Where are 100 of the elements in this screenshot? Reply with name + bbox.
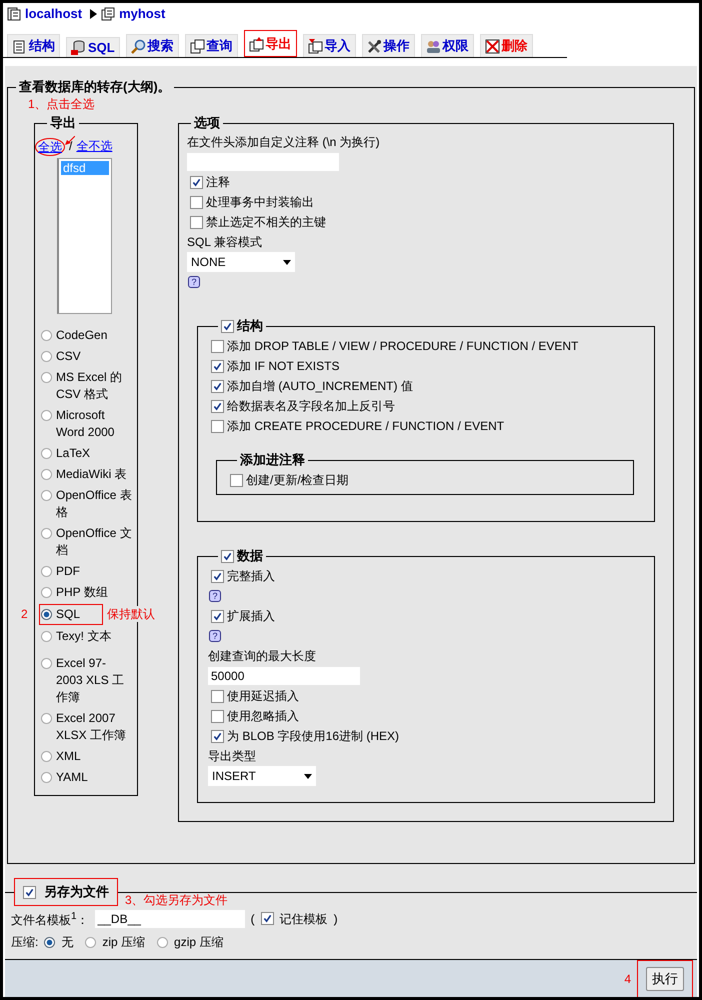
search-icon: [130, 38, 146, 54]
radio-button[interactable]: [41, 410, 52, 421]
checkbox-label: 为 BLOB 字段使用16进制 (HEX): [227, 728, 400, 745]
select-none-link[interactable]: 全不选: [76, 138, 112, 156]
checkbox[interactable]: [211, 420, 224, 432]
checkbox[interactable]: [211, 690, 224, 702]
checkbox[interactable]: [211, 610, 224, 622]
radio-button[interactable]: [41, 469, 52, 480]
radio-label: LaTeX: [56, 445, 90, 462]
export-title: 导出: [49, 114, 77, 132]
radio-button[interactable]: [41, 609, 52, 620]
dropdown[interactable]: NONE: [187, 252, 295, 272]
checkbox-label: 使用忽略插入: [227, 708, 299, 725]
radio-button[interactable]: [41, 631, 52, 642]
tab[interactable]: 权限: [420, 34, 474, 57]
annotation-number: 2: [21, 606, 28, 623]
field-label: SQL 兼容模式: [187, 234, 263, 251]
radio-button[interactable]: [41, 372, 52, 383]
help-button[interactable]: ?: [188, 276, 200, 288]
checkbox-label: 禁止选定不相关的主键: [206, 214, 326, 231]
dump-title: 查看数据库的转存(大纲)。: [18, 78, 172, 96]
execute-button[interactable]: 执行: [646, 967, 684, 991]
checkbox[interactable]: [190, 176, 203, 188]
checkbox[interactable]: [23, 886, 36, 898]
checkbox[interactable]: [230, 474, 243, 486]
checkbox[interactable]: [221, 550, 234, 562]
checkbox[interactable]: [190, 216, 203, 228]
checkbox-label: 处理事务中封装输出: [206, 194, 314, 211]
checkbox-label: 注释: [206, 174, 230, 191]
input-field[interactable]: __DB__: [94, 910, 245, 928]
radio-label: Microsoft Word 2000: [56, 407, 116, 441]
checkbox[interactable]: [211, 400, 224, 412]
input-field[interactable]: [187, 153, 339, 171]
radio-button[interactable]: [41, 528, 52, 539]
group-title: 添加进注释: [240, 451, 305, 469]
checkbox[interactable]: [221, 320, 234, 332]
checkbox-label: 创建/更新/检查日期: [246, 472, 349, 489]
radio-label: PDF: [56, 563, 80, 580]
checkbox-label: 添加 DROP TABLE / VIEW / PROCEDURE / FUNCTION / EVENT: [227, 338, 578, 355]
help-button[interactable]: ?: [209, 630, 221, 642]
tab[interactable]: 操作: [362, 34, 415, 57]
export-icon: [248, 36, 264, 52]
radio-button[interactable]: [41, 751, 52, 762]
radio-label: zip 压缩: [102, 934, 146, 951]
tab[interactable]: SQL: [66, 37, 120, 57]
server-icon: [7, 6, 21, 20]
radio-button[interactable]: [41, 772, 52, 783]
delete-icon: [484, 38, 500, 54]
caret-icon: [283, 260, 291, 264]
radio-button[interactable]: [157, 936, 168, 948]
radio-button[interactable]: [41, 490, 52, 501]
checkbox-label: 扩展插入: [227, 608, 275, 625]
radio-button[interactable]: [41, 713, 52, 724]
radio-button[interactable]: [41, 566, 52, 577]
radio-button[interactable]: [41, 330, 52, 341]
input-field[interactable]: 50000: [208, 667, 360, 685]
radio-button[interactable]: [85, 936, 96, 948]
checkbox[interactable]: [211, 710, 224, 722]
database-icon: [101, 6, 116, 20]
checkbox[interactable]: [211, 380, 224, 392]
checkbox[interactable]: [211, 340, 224, 352]
radio-label: CodeGen: [56, 327, 108, 344]
tab[interactable]: 导出: [244, 30, 297, 57]
radio-button[interactable]: [44, 936, 56, 948]
server-link[interactable]: localhost: [25, 6, 82, 21]
tab[interactable]: 结构: [7, 34, 60, 57]
checkbox[interactable]: [260, 912, 274, 925]
checkbox[interactable]: [211, 360, 224, 372]
radio-button[interactable]: [41, 351, 52, 362]
field-label: 导出类型: [208, 748, 257, 765]
select-all-link[interactable]: 全选: [35, 138, 65, 156]
radio-button[interactable]: [41, 448, 52, 459]
help-button[interactable]: ?: [209, 590, 221, 602]
checkbox-label: 添加自增 (AUTO_INCREMENT) 值: [227, 378, 413, 395]
checkbox-label: 完整插入: [227, 568, 275, 585]
annotation-number: 4: [624, 972, 631, 986]
radio-label: Excel 97-2003 XLS 工作簿: [56, 655, 126, 706]
tab[interactable]: 导入: [302, 34, 356, 57]
tools-icon: [366, 38, 382, 54]
dropdown[interactable]: INSERT: [208, 766, 316, 786]
tab[interactable]: 搜索: [126, 34, 179, 57]
radio-label: MS Excel 的 CSV 格式: [56, 369, 124, 403]
database-link[interactable]: myhost: [119, 6, 166, 21]
save-title: 另存为文件: [44, 883, 109, 901]
checkbox[interactable]: [190, 196, 203, 208]
radio-label: CSV: [56, 348, 81, 365]
radio-label: gzip 压缩: [174, 934, 224, 951]
tab[interactable]: 查询: [184, 34, 238, 57]
radio-button[interactable]: [41, 658, 52, 669]
radio-label: Excel 2007 XLSX 工作簿: [56, 710, 128, 744]
users-icon: [426, 38, 441, 54]
checkbox[interactable]: [211, 570, 224, 582]
options-title: 选项: [193, 114, 221, 132]
checkbox[interactable]: [211, 730, 224, 742]
radio-label: Texy! 文本: [56, 628, 112, 645]
radio-button[interactable]: [41, 587, 52, 598]
field-label: 压缩:: [11, 934, 38, 951]
radio-label: OpenOffice 表格: [56, 487, 132, 521]
caret-icon: [304, 774, 312, 778]
tab[interactable]: 删除: [480, 34, 533, 57]
